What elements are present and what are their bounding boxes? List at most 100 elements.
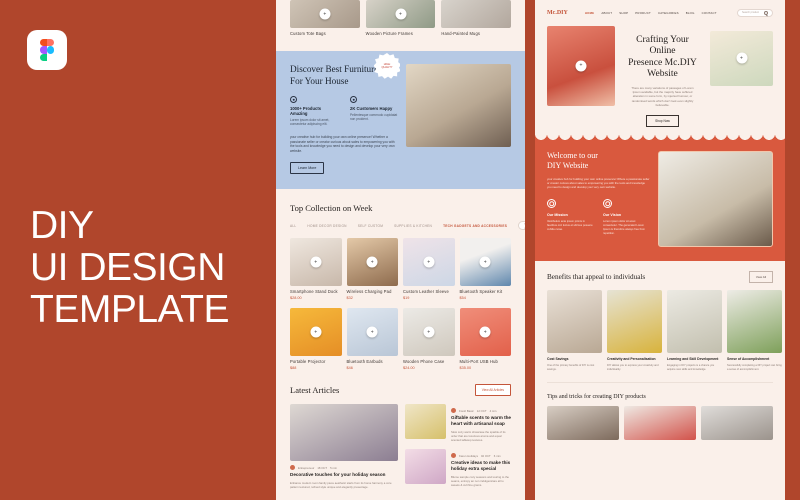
hero-image-right: + [710, 30, 773, 86]
hotspot-icon[interactable]: + [575, 60, 587, 71]
navbar-search-input[interactable]: Search product [737, 9, 773, 17]
shop-now-button[interactable]: Shop Now [646, 114, 679, 127]
navbar-links: HOME ABOUT SHOP PRODUCT CATEGORIES BLOG … [585, 11, 717, 15]
view-all-benefits-button[interactable]: View All [748, 270, 773, 283]
quick-view-icon[interactable]: + [366, 326, 378, 338]
article-card[interactable]: Fresh Basic 12 OCT 4 min Giftable scents… [405, 404, 511, 442]
article-image [290, 404, 398, 461]
product-card[interactable]: + Custom Leather Sleeve $19 [403, 238, 455, 300]
article-date: 02 OCT [480, 453, 491, 458]
tip-image[interactable] [547, 406, 619, 441]
promo-stat-desc: Lorem ipsum dolor sit amet, consectetur … [290, 118, 330, 127]
product-card[interactable]: + Smartphone Stand Dock $28.00 [290, 238, 342, 300]
tab-all[interactable]: ALL [290, 224, 296, 228]
top-product-strip: + Custom Tote Bags + Wooden Picture Fram… [276, 0, 525, 37]
tab-self-custom[interactable]: SELF CUSTOM [358, 224, 383, 228]
avatar [290, 465, 295, 470]
search-icon[interactable] [764, 10, 768, 15]
welcome-section: Welcome to our DIY Website your creative… [535, 142, 785, 261]
avatar [451, 408, 456, 413]
brand-logo[interactable]: Mc.DIY [547, 10, 568, 16]
quick-view-icon[interactable]: + [366, 256, 378, 268]
welcome-heading-line-2: DIY Website [547, 160, 589, 170]
quick-view-icon[interactable]: + [310, 326, 322, 338]
quick-view-icon[interactable]: + [310, 256, 322, 268]
collection-tabs[interactable]: ALL HOME DECOR DESIGN SELF CUSTOM SUPPLI… [290, 221, 525, 230]
nav-item-shop[interactable]: SHOP [619, 11, 628, 15]
mission-desc: Vestibulum ante ipsum primis in faucibus… [547, 220, 593, 231]
product-image: + [290, 0, 360, 28]
product-card[interactable]: Hand-Painted Mugs [441, 0, 512, 37]
article-title[interactable]: Giftable scents to warm the heart with a… [451, 415, 511, 427]
product-name: Multi-Port USB Hub [459, 359, 498, 364]
product-image: + [365, 0, 436, 28]
product-card[interactable]: + Custom Tote Bags [290, 0, 360, 37]
product-name: Custom Tote Bags [290, 31, 326, 36]
quick-view-icon[interactable]: + [423, 326, 435, 338]
product-image: + [346, 308, 398, 356]
promo-paragraph: your creative hub for building your own … [290, 134, 395, 154]
hotspot-icon[interactable]: + [736, 52, 747, 64]
nav-item-about[interactable]: ABOUT [601, 11, 612, 15]
article-excerpt: Slow cozy warm showcase the sparkle of i… [451, 430, 506, 442]
product-image: + [459, 308, 511, 356]
article-readtime: 5 min [330, 465, 337, 470]
product-card[interactable]: + Portable Projector $88 [290, 308, 342, 370]
article-meta: Karen Holidays 02 OCT 6 min [451, 453, 511, 458]
product-card[interactable]: + Wireless Charging Pad $32 [346, 238, 398, 300]
product-card[interactable]: + Wooden Phone Case $24.00 [403, 308, 455, 370]
tip-image[interactable] [701, 406, 773, 441]
badge-line-2: QUALITY [381, 66, 393, 69]
welcome-paragraph: your creative hub for building your own … [547, 176, 650, 189]
nav-item-contact[interactable]: CONTACT [702, 11, 717, 15]
featured-article-card[interactable]: Entrepreneur 18 OCT 5 min Decorative tou… [290, 404, 398, 489]
article-title[interactable]: Decorative touches for your holiday seas… [290, 472, 398, 478]
benefit-card[interactable]: Creativity and Personalisation DIY allow… [607, 289, 662, 372]
nav-item-home[interactable]: HOME [585, 11, 594, 15]
quick-view-icon[interactable]: + [319, 8, 331, 20]
benefit-title: Cost Savings [547, 356, 569, 361]
tab-supplies-kitchen[interactable]: SUPPLIES & KITCHEN [394, 224, 432, 228]
promo-copy: Discover Best Furniture For Your House 1… [290, 64, 398, 174]
benefit-card[interactable]: Cost Savings One of the primary benefits… [547, 289, 602, 372]
tip-image[interactable] [624, 406, 696, 441]
product-card[interactable]: + Multi-Port USB Hub $35.00 [459, 308, 511, 370]
quick-view-icon[interactable]: + [395, 8, 406, 20]
tab-home-decor-design[interactable]: HOME DECOR DESIGN [307, 224, 346, 228]
mission-title: Our Mission [547, 213, 568, 218]
view-all-articles-button[interactable]: View All Articles [474, 384, 511, 396]
nav-item-product[interactable]: PRODUCT [635, 11, 651, 15]
benefit-card[interactable]: Learning and Skill Development Engaging … [667, 289, 722, 372]
collection-grid-row-1: + Smartphone Stand Dock $28.00 + Wireles… [290, 238, 511, 300]
product-card[interactable]: + Bluetooth Earbuds $46 [346, 308, 398, 370]
quick-view-icon[interactable]: + [479, 256, 491, 268]
product-price: $88 [290, 366, 297, 370]
tab-tech-gadgets[interactable]: TECH GADGETS AND ACCESSORIES [443, 224, 507, 228]
collection-title: Top Collection on Week [290, 203, 373, 213]
article-author: Fresh Basic [459, 408, 474, 413]
center-mockup-panel[interactable]: + Custom Tote Bags + Wooden Picture Fram… [276, 0, 525, 500]
promo-stat: 1000+ Products Amazing Lorem ipsum dolor… [290, 96, 338, 127]
benefit-card[interactable]: Sense of Accomplishment Successfully com… [727, 289, 782, 372]
product-price: $32 [346, 296, 353, 300]
quick-view-icon[interactable]: + [423, 256, 435, 268]
nav-item-categories[interactable]: CATEGORIES [658, 11, 679, 15]
benefit-title: Creativity and Personalisation [607, 356, 656, 361]
learn-more-button[interactable]: Learn More [290, 162, 325, 174]
collection-search-input[interactable]: Search product [518, 221, 525, 230]
product-card[interactable]: + Bluetooth Speaker Kit $54 [459, 238, 511, 300]
quick-view-icon[interactable]: + [479, 326, 491, 338]
latest-articles-section: Latest Articles View All Articles Entrep… [276, 384, 525, 489]
figma-logo-badge [27, 30, 67, 70]
collection-grid-row-2: + Portable Projector $88 + Bluetooth Ear… [290, 308, 511, 370]
product-card[interactable]: + Wooden Picture Frames [365, 0, 436, 37]
nav-item-blog[interactable]: BLOG [686, 11, 695, 15]
articles-title: Latest Articles [290, 385, 340, 395]
left-hero-panel: DIY UI DESIGN TEMPLATE [0, 0, 276, 500]
article-title[interactable]: Creative ideas to make this holiday extr… [451, 460, 511, 472]
articles-list: Entrepreneur 18 OCT 5 min Decorative tou… [290, 404, 511, 489]
right-mockup-panel[interactable]: Mc.DIY HOME ABOUT SHOP PRODUCT CATEGORIE… [535, 0, 785, 500]
product-price: $46 [346, 366, 353, 370]
article-card[interactable]: Karen Holidays 02 OCT 6 min Creative ide… [405, 449, 511, 487]
product-name: Portable Projector [290, 359, 326, 364]
